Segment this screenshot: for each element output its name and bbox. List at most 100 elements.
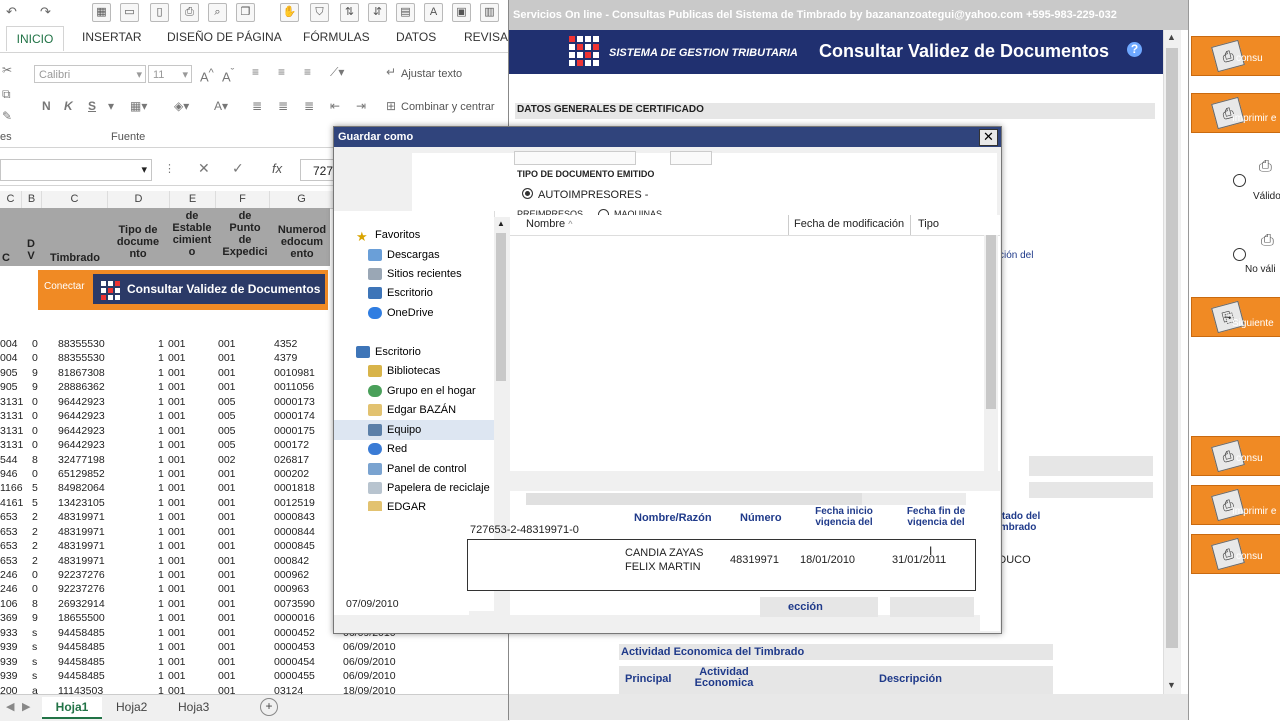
cell-fecha[interactable]: 06/09/2010 — [343, 641, 396, 653]
siguiente-button[interactable]: ⎘ Siguiente — [1191, 297, 1280, 337]
file-list-scrollbar[interactable] — [984, 235, 998, 471]
cell-prefix[interactable]: 544 — [0, 454, 18, 466]
nav-favoritos[interactable]: ★ Favoritos — [356, 229, 420, 244]
cell-punto[interactable]: 001 — [218, 627, 236, 639]
tab-formulas[interactable]: FÓRMULAS — [303, 30, 370, 44]
wrap-text-icon[interactable]: ↵ — [386, 65, 396, 79]
cell-punto[interactable]: 001 — [218, 468, 236, 480]
cell-dv[interactable]: 0 — [32, 468, 38, 480]
col-separator[interactable] — [910, 215, 911, 235]
scroll-thumb[interactable] — [496, 233, 506, 381]
cell-numero[interactable]: 4379 — [274, 352, 297, 364]
font-color-icon[interactable]: A▾ — [214, 99, 228, 113]
cell-punto[interactable]: 001 — [218, 569, 236, 581]
cell-tipo[interactable]: 1 — [158, 482, 164, 494]
cell-prefix[interactable]: 004 — [0, 338, 18, 350]
increase-indent-icon[interactable]: ⇥ — [356, 99, 366, 113]
cell-estab[interactable]: 001 — [168, 497, 186, 509]
cell-timbrado[interactable]: 28886362 — [58, 381, 105, 393]
cell-dv[interactable]: s — [32, 656, 37, 668]
cell-timbrado[interactable]: 88355530 — [58, 338, 105, 350]
cell-timbrado[interactable]: 94458485 — [58, 641, 105, 653]
nav-bibliotecas[interactable]: Bibliotecas — [368, 365, 440, 378]
cell-timbrado[interactable]: 96442923 — [58, 396, 105, 408]
cell-dv[interactable]: 2 — [32, 526, 38, 538]
cell-prefix[interactable]: 905 — [0, 367, 18, 379]
radio-valido[interactable] — [1233, 174, 1246, 187]
function-icon[interactable]: fx — [272, 161, 282, 176]
cell-dv[interactable]: 0 — [32, 338, 38, 350]
resize-grip[interactable] — [980, 615, 1000, 631]
cell-prefix[interactable]: 4161 — [0, 497, 23, 509]
cell-estab[interactable]: 001 — [168, 381, 186, 393]
cell-tipo[interactable]: 1 — [158, 670, 164, 682]
consultar-button-1[interactable]: ⎙ consu — [1191, 36, 1280, 76]
cell-tipo[interactable]: 1 — [158, 511, 164, 523]
scroll-thumb[interactable] — [1166, 48, 1178, 648]
cell-numero[interactable]: 0000454 — [274, 656, 315, 668]
cell-prefix[interactable]: 3131 — [0, 425, 23, 437]
cell-dv[interactable]: s — [32, 670, 37, 682]
cell-prefix[interactable]: 946 — [0, 468, 18, 480]
cell-tipo[interactable]: 1 — [158, 641, 164, 653]
nav-onedrive[interactable]: OneDrive — [368, 307, 433, 320]
cell-numero[interactable]: 0000844 — [274, 526, 315, 538]
cell-tipo[interactable]: 1 — [158, 569, 164, 581]
cell-tipo[interactable]: 1 — [158, 367, 164, 379]
cell-prefix[interactable]: 653 — [0, 540, 18, 552]
cell-dv[interactable]: 9 — [32, 381, 38, 393]
copy-icon[interactable]: ❐ — [236, 3, 255, 22]
col-header[interactable]: E — [170, 191, 216, 208]
cell-numero[interactable]: 000963 — [274, 583, 309, 595]
cell-timbrado[interactable]: 94458485 — [58, 656, 105, 668]
cell-timbrado[interactable]: 48319971 — [58, 511, 105, 523]
nav-panel-control[interactable]: Panel de control — [368, 463, 467, 476]
nav-equipo[interactable]: Equipo — [334, 420, 494, 440]
chart-icon[interactable]: ▥ — [480, 3, 499, 22]
cell-tipo[interactable]: 1 — [158, 526, 164, 538]
nav-descargas[interactable]: Descargas — [368, 249, 440, 262]
secondary-button[interactable] — [890, 597, 974, 617]
cell-numero[interactable]: 0000016 — [274, 612, 315, 624]
cell-dv[interactable]: 9 — [32, 367, 38, 379]
cell-dv[interactable]: s — [32, 627, 37, 639]
table-row[interactable]: 939 s 94458485 1 001 001 0000453 06/09/2010 — [0, 641, 505, 655]
cell-estab[interactable]: 001 — [168, 627, 186, 639]
cell-estab[interactable]: 001 — [168, 454, 186, 466]
cell-numero[interactable]: 026817 — [274, 454, 309, 466]
image-icon[interactable]: ▣ — [452, 3, 471, 22]
cell-dv[interactable]: 9 — [32, 612, 38, 624]
cell-tipo[interactable]: 1 — [158, 439, 164, 451]
cell-tipo[interactable]: 1 — [158, 627, 164, 639]
imprimir-button-2[interactable]: ⎙ Imprimir e — [1191, 485, 1280, 525]
cell-timbrado[interactable]: 26932914 — [58, 598, 105, 610]
decrease-indent-icon[interactable]: ⇤ — [330, 99, 340, 113]
cell-numero[interactable]: 0010981 — [274, 367, 315, 379]
cell-estab[interactable]: 001 — [168, 555, 186, 567]
close-icon[interactable]: ✕ — [979, 129, 998, 146]
cell-numero[interactable]: 000962 — [274, 569, 309, 581]
redo-icon[interactable]: ↷ — [40, 4, 51, 20]
cell-numero[interactable]: 0000175 — [274, 425, 315, 437]
col-header[interactable]: B — [22, 191, 42, 208]
cell-punto[interactable]: 005 — [218, 396, 236, 408]
cell-timbrado[interactable]: 65129852 — [58, 468, 105, 480]
cell-punto[interactable]: 001 — [218, 511, 236, 523]
cell-punto[interactable]: 005 — [218, 425, 236, 437]
cell-estab[interactable]: 001 — [168, 425, 186, 437]
cell-punto[interactable]: 001 — [218, 497, 236, 509]
name-box[interactable]: ▾ — [0, 159, 152, 181]
consultar-button-2[interactable]: ⎙ consu — [1191, 436, 1280, 476]
cell-dv[interactable]: 2 — [32, 555, 38, 567]
cell-tipo[interactable]: 1 — [158, 338, 164, 350]
scroll-thumb[interactable] — [986, 235, 996, 409]
cell-punto[interactable]: 001 — [218, 526, 236, 538]
cell-prefix[interactable]: 939 — [0, 641, 18, 653]
cell-dv[interactable]: 0 — [32, 569, 38, 581]
cell-punto[interactable]: 001 — [218, 540, 236, 552]
cell-estab[interactable]: 001 — [168, 511, 186, 523]
sort-desc-icon[interactable]: ⇵ — [368, 3, 387, 22]
cell-prefix[interactable]: 653 — [0, 555, 18, 567]
cell-punto[interactable]: 001 — [218, 612, 236, 624]
help-icon[interactable]: ? — [1127, 42, 1142, 57]
